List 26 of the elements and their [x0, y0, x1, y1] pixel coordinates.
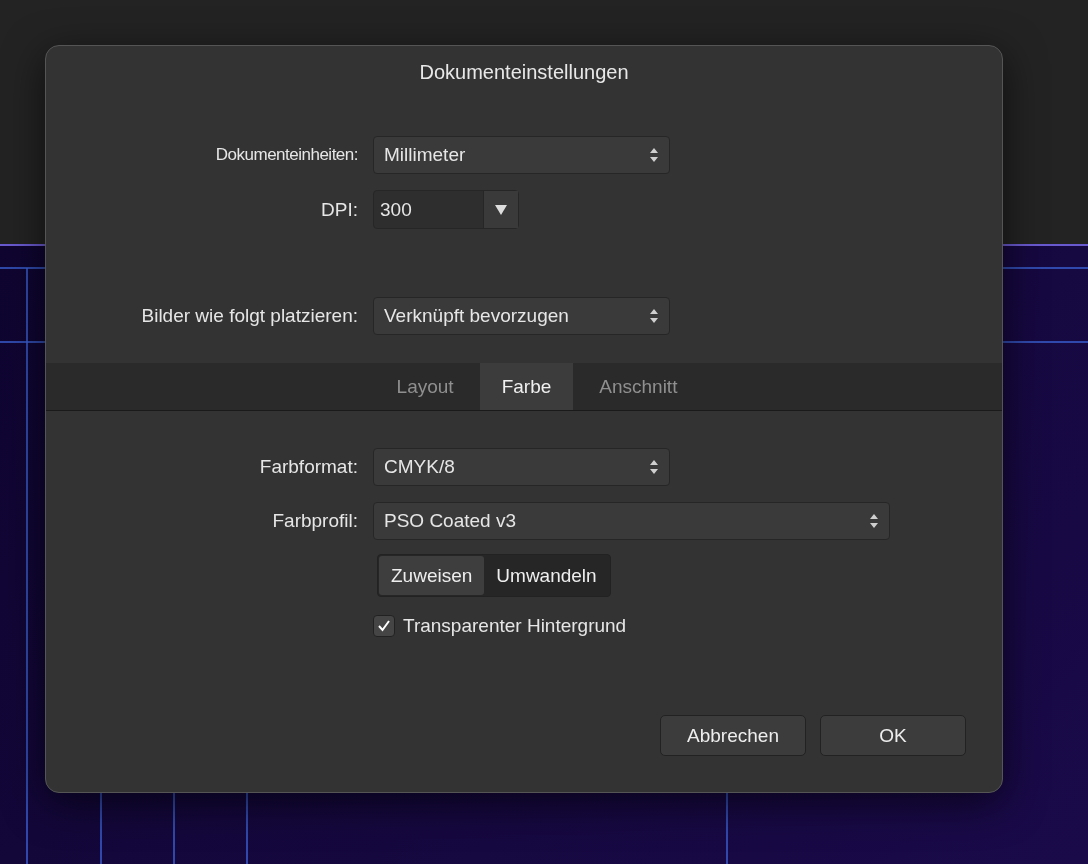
- stepper-arrows-icon: [649, 146, 659, 164]
- field-label: Dokumenteinheiten:: [214, 145, 358, 165]
- checkmark-icon: [377, 619, 391, 633]
- stepper-arrows-icon: [649, 307, 659, 325]
- dropdown-field[interactable]: Millimeter: [373, 136, 670, 174]
- tab[interactable]: Layout: [374, 363, 476, 410]
- segment-button[interactable]: Zuweisen: [379, 556, 485, 595]
- stepper-arrows-icon: [649, 458, 659, 476]
- segment-button[interactable]: Umwandeln: [484, 556, 609, 595]
- dialog-button[interactable]: OK: [820, 715, 966, 756]
- checkbox[interactable]: [373, 615, 395, 637]
- dropdown-field[interactable]: CMYK/8: [373, 448, 670, 486]
- field-label: Bilder wie folgt platzieren:: [140, 305, 358, 327]
- dropdown-field[interactable]: PSO Coated v3: [373, 502, 890, 540]
- dropdown-field[interactable]: Verknüpft bevorzugen: [373, 297, 670, 335]
- field-label: DPI:: [320, 198, 358, 221]
- field-label: Farbprofil:: [271, 510, 358, 532]
- dialog-button[interactable]: Abbrechen: [660, 715, 806, 756]
- dpi-field[interactable]: 300: [373, 190, 519, 229]
- tab[interactable]: Farbe: [479, 363, 574, 410]
- stepper-arrows-icon: [869, 512, 879, 530]
- caret-icon: [495, 204, 507, 215]
- field-label: Farbformat:: [258, 456, 358, 478]
- tab[interactable]: Anschnitt: [577, 363, 700, 410]
- checkbox-label: Transparenter Hintergrund: [403, 615, 627, 637]
- dialog-title: Dokumenteinstellungen: [418, 61, 630, 84]
